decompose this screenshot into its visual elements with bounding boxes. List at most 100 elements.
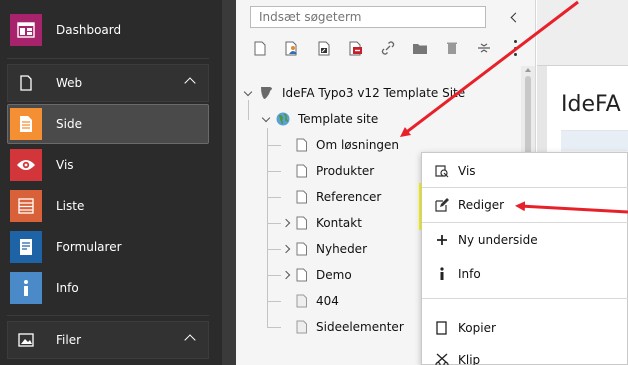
context-menu-separator (422, 187, 628, 188)
page-title: IdeFA (561, 92, 621, 117)
info-icon (10, 272, 42, 304)
module-vis-label: Vis (56, 158, 74, 172)
module-liste[interactable]: Liste (0, 186, 222, 226)
context-menu: Vis Rediger Ny underside Info Kopier Kli… (421, 152, 628, 365)
module-menu-scrollbar[interactable] (222, 0, 236, 365)
page-icon (296, 294, 308, 308)
context-menu-item-kopier[interactable]: Kopier (422, 313, 628, 343)
new-mountpoint-icon[interactable] (346, 38, 366, 58)
module-separator (7, 315, 209, 316)
tree-page-label: Demo (316, 268, 352, 282)
tree-page-node[interactable]: Sideelementer (280, 316, 404, 338)
context-menu-label: Klip (458, 353, 481, 365)
context-menu-separator (422, 222, 628, 223)
page-icon (296, 164, 308, 178)
tree-page-label: Kontakt (316, 216, 362, 230)
context-menu-separator (422, 298, 628, 299)
chevron-down-icon[interactable] (242, 87, 254, 99)
info-icon (434, 266, 450, 282)
context-menu-item-vis[interactable]: Vis (422, 156, 628, 186)
new-shortcut-icon[interactable] (314, 38, 334, 58)
tree-page-label: Sideelementer (316, 320, 404, 334)
chevron-up-icon[interactable] (184, 334, 196, 346)
new-page-icon[interactable] (250, 38, 270, 58)
tree-site-label: Template site (298, 112, 379, 126)
tree-page-node[interactable]: Om løsningen (280, 134, 399, 156)
page-icon (296, 320, 308, 334)
new-folder-icon[interactable] (410, 38, 430, 58)
tree-page-label: Nyheder (316, 242, 367, 256)
chevron-right-icon[interactable] (280, 269, 292, 281)
divider-icon[interactable] (474, 38, 494, 58)
more-actions-icon[interactable] (512, 40, 518, 56)
edit-icon (434, 197, 450, 213)
tree-page-node[interactable]: Demo (280, 264, 352, 286)
context-menu-label: Rediger (458, 198, 505, 212)
copy-icon (434, 320, 450, 336)
module-dashboard[interactable]: Dashboard (0, 10, 222, 50)
page-icon (296, 190, 308, 204)
context-menu-label: Ny underside (458, 233, 538, 247)
tree-page-label: 404 (316, 294, 339, 308)
globe-icon (276, 112, 290, 126)
module-group-filer[interactable]: Filer (7, 321, 209, 359)
page-outline-icon (10, 67, 42, 99)
tree-root-label: IdeFA Typo3 v12 Template Site (282, 86, 466, 100)
collapse-tree-button[interactable] (508, 10, 522, 24)
page-icon (296, 242, 308, 256)
module-formularer-label: Formularer (56, 240, 122, 254)
page-icon (10, 108, 42, 140)
recycler-icon[interactable] (442, 38, 462, 58)
image-icon (10, 324, 42, 356)
module-group-web[interactable]: Web (7, 64, 209, 102)
cut-icon (434, 352, 450, 365)
tree-page-label: Referencer (316, 190, 382, 204)
tree-site-node[interactable]: Template site (260, 108, 378, 130)
chevron-down-icon[interactable] (260, 113, 272, 125)
dashboard-icon (10, 14, 42, 46)
plus-icon (434, 232, 450, 248)
eye-icon (10, 149, 42, 181)
module-info-label: Info (56, 281, 79, 295)
list-icon (10, 190, 42, 222)
page-icon (296, 216, 308, 230)
new-page-user-icon[interactable] (282, 38, 302, 58)
tree-page-node[interactable]: Nyheder (280, 238, 367, 260)
tree-root-node[interactable]: IdeFA Typo3 v12 Template Site (242, 82, 465, 104)
page-icon (296, 138, 308, 152)
tree-page-node[interactable]: 404 (280, 290, 339, 312)
tree-page-node[interactable]: Kontakt (280, 212, 362, 234)
context-menu-label: Kopier (458, 321, 496, 335)
chevron-right-icon[interactable] (280, 243, 292, 255)
module-vis[interactable]: Vis (0, 145, 222, 185)
chevron-up-icon[interactable] (184, 77, 196, 89)
tree-toolbar (250, 38, 506, 58)
module-info[interactable]: Info (0, 268, 222, 308)
module-menu: Dashboard Web Side Vis Liste Formularer (0, 0, 222, 365)
context-menu-item-rediger[interactable]: Rediger (422, 190, 512, 220)
context-menu-item-klip[interactable]: Klip (422, 345, 628, 365)
module-group-filer-label: Filer (56, 333, 82, 347)
module-group-web-label: Web (56, 76, 83, 90)
page-icon (296, 268, 308, 282)
context-menu-item-info[interactable]: Info (422, 259, 628, 289)
module-formularer[interactable]: Formularer (0, 227, 222, 267)
module-side[interactable]: Side (7, 104, 209, 144)
module-dashboard-label: Dashboard (56, 23, 122, 37)
tree-page-node[interactable]: Produkter (280, 160, 374, 182)
tree-page-label: Om løsningen (316, 138, 400, 152)
tree-page-label: Produkter (316, 164, 375, 178)
context-menu-label: Vis (458, 164, 476, 178)
tree-page-node[interactable]: Referencer (280, 186, 381, 208)
form-icon (10, 231, 42, 263)
context-menu-label: Info (458, 267, 481, 281)
content-docheader (537, 0, 628, 66)
module-separator (7, 58, 209, 59)
module-side-label: Side (56, 117, 82, 131)
tree-search-input[interactable] (250, 6, 486, 28)
chevron-right-icon[interactable] (280, 217, 292, 229)
typo3-logo-icon (258, 85, 274, 101)
context-menu-item-ny-underside[interactable]: Ny underside (422, 225, 628, 255)
new-link-icon[interactable] (378, 38, 398, 58)
view-icon (434, 163, 450, 179)
